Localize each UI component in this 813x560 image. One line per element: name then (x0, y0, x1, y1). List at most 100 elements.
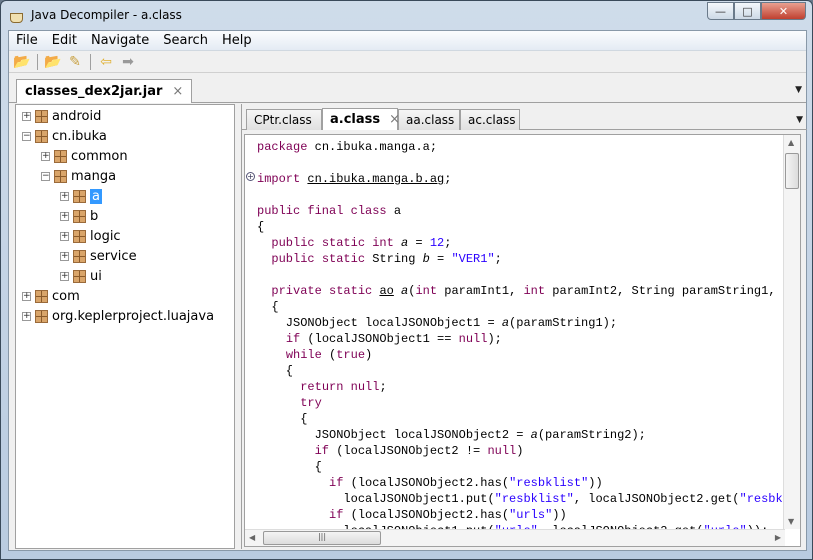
tab-label: a.class (330, 112, 381, 127)
code-token: ( (321, 348, 337, 362)
horizontal-scrollbar[interactable]: ◀ ||| ▶ (245, 529, 785, 546)
tree-node[interactable]: + logic (60, 227, 121, 245)
tree-node-label: org.keplerproject.luajava (52, 308, 215, 324)
tab-aa-class[interactable]: aa.class (398, 109, 460, 130)
expand-icon[interactable]: + (60, 231, 69, 241)
title-bar: Java Decompiler - a.class (9, 6, 182, 24)
close-tab-icon[interactable]: × (172, 84, 183, 99)
collapse-icon[interactable]: − (41, 171, 50, 181)
type-link[interactable]: ao (379, 284, 393, 298)
package-tree: + android − cn.ibuka + common − manga + a + b + logic… (15, 104, 235, 549)
tree-node-label: b (90, 208, 99, 224)
code-line: public static int a = 12; (257, 235, 797, 251)
code-token: public static int (271, 236, 394, 250)
tree-node[interactable]: + com (22, 287, 80, 305)
expand-icon[interactable]: + (60, 271, 69, 281)
search-icon[interactable]: ✎ (66, 53, 84, 71)
code-token: )) (552, 508, 567, 522)
tree-node[interactable]: + ui (60, 267, 102, 285)
tree-node[interactable]: + a (60, 187, 102, 205)
scroll-down-icon[interactable]: ▼ (788, 517, 794, 526)
code-token: int (415, 284, 438, 298)
tree-node[interactable]: + common (41, 147, 128, 165)
maximize-button[interactable]: □ (734, 2, 761, 20)
tree-node-label: logic (90, 228, 121, 244)
open-type-icon[interactable]: 📂 (44, 53, 62, 71)
jar-tab[interactable]: classes_dex2jar.jar × (16, 79, 193, 103)
minimize-button[interactable]: — (707, 2, 734, 20)
code-token: a (501, 316, 510, 330)
code-token: localJSONObject1.put( (257, 492, 495, 506)
tab-list-dropdown-icon[interactable]: ▼ (796, 115, 803, 125)
open-icon[interactable]: 📂 (13, 53, 31, 71)
package-icon (73, 189, 86, 203)
tree-node-label: common (71, 148, 128, 164)
code-token: ; (444, 172, 452, 186)
tree-node[interactable]: + android (22, 107, 101, 125)
scroll-right-icon[interactable]: ▶ (775, 533, 781, 542)
expand-icon[interactable]: + (60, 191, 69, 201)
tree-node[interactable]: + org.keplerproject.luajava (22, 307, 214, 325)
toolbar-separator (90, 53, 91, 70)
menu-search[interactable]: Search (156, 33, 215, 48)
code-token: (localJSONObject2.has( (343, 476, 510, 490)
tree-node[interactable]: − manga (41, 167, 116, 185)
close-button[interactable]: ✕ (761, 2, 806, 20)
expand-icon[interactable]: + (22, 111, 31, 121)
code-token: { (257, 460, 322, 474)
code-token: JSONObject localJSONObject2 = (257, 428, 531, 442)
expand-icon[interactable]: + (60, 251, 69, 261)
expand-icon[interactable]: + (41, 151, 50, 161)
package-icon (35, 289, 48, 303)
collapse-icon[interactable]: − (22, 131, 31, 141)
scroll-up-icon[interactable]: ▲ (788, 138, 794, 147)
code-line: public final class a (257, 203, 797, 219)
tab-ac-class[interactable]: ac.class (460, 109, 520, 130)
tree-node-label: manga (71, 168, 117, 184)
app-window: Java Decompiler - a.class — □ ✕ File Edi… (0, 0, 813, 560)
class-tab-bar: CPtr.class a.class × aa.class ac.class ▼ (242, 106, 807, 130)
tree-node[interactable]: − cn.ibuka (22, 127, 107, 145)
vertical-scrollbar[interactable]: ▲ ▼ (783, 135, 800, 529)
code-token: JSONObject localJSONObject1 = (257, 316, 502, 330)
package-icon (35, 129, 48, 143)
menu-navigate[interactable]: Navigate (84, 33, 156, 48)
package-icon (54, 149, 67, 163)
tab-list-dropdown-icon[interactable]: ▼ (795, 85, 802, 95)
code-token: 12 (429, 236, 445, 250)
horizontal-scroll-thumb[interactable]: ||| (263, 531, 381, 545)
tree-node[interactable]: + b (60, 207, 98, 225)
vertical-scroll-thumb[interactable] (785, 153, 799, 189)
code-token: null (487, 444, 517, 458)
back-icon[interactable]: ⇦ (97, 53, 115, 71)
editor-panel: CPtr.class a.class × aa.class ac.class ▼ … (241, 104, 807, 549)
scroll-left-icon[interactable]: ◀ (249, 533, 255, 542)
expand-icon[interactable]: + (22, 291, 31, 301)
tree-node-label: android (52, 108, 102, 124)
expand-icon[interactable]: + (22, 311, 31, 321)
expand-icon[interactable]: + (60, 211, 69, 221)
code-token: { (257, 412, 308, 426)
code-line: { (257, 363, 797, 379)
tree-node-label: service (90, 248, 137, 264)
menu-edit[interactable]: Edit (45, 33, 84, 48)
type-link[interactable]: cn.ibuka.manga.b.ag (307, 172, 444, 186)
menu-file[interactable]: File (9, 33, 45, 48)
menu-bar: File Edit Navigate Search Help (9, 31, 806, 51)
menu-help[interactable]: Help (215, 33, 259, 48)
code-token: paramInt1, (437, 284, 524, 298)
tab-cptr-class[interactable]: CPtr.class (246, 109, 322, 130)
expand-imports-icon[interactable]: + (246, 172, 255, 181)
code-token: = (408, 236, 430, 250)
code-view[interactable]: + package cn.ibuka.manga.a; import cn.ibu… (244, 134, 801, 547)
code-token: paramInt2, String paramString1, St (545, 284, 798, 298)
code-token: ; (379, 380, 387, 394)
tree-node[interactable]: + service (60, 247, 137, 265)
tab-a-class[interactable]: a.class × (322, 108, 400, 130)
